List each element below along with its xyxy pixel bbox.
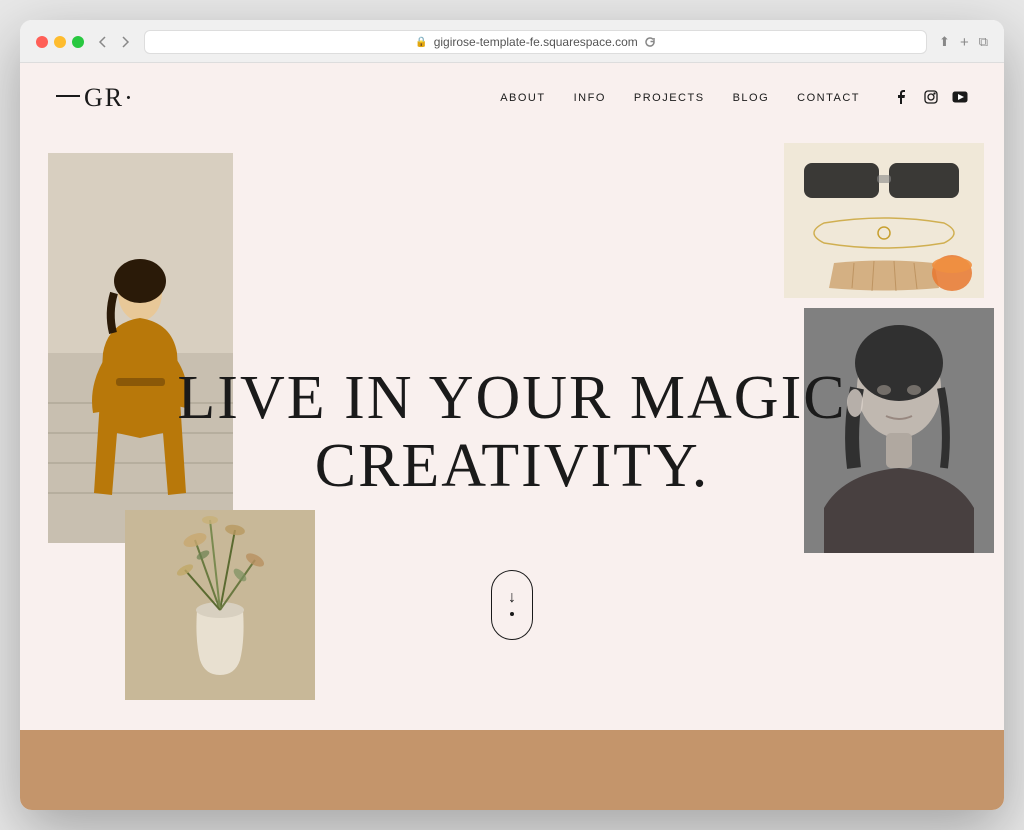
browser-right-controls: ⬆ + ⧉	[939, 34, 988, 51]
address-bar[interactable]: 🔒 gigirose-template-fe.squarespace.com	[144, 30, 927, 54]
scroll-indicator[interactable]: ↓	[491, 570, 533, 640]
facebook-icon[interactable]	[896, 90, 910, 107]
forward-icon[interactable]	[118, 35, 132, 49]
youtube-icon[interactable]	[952, 90, 968, 106]
scroll-arrow-icon: ↓	[508, 590, 516, 606]
website: GR· ABOUT INFO PROJECTS BLOG CONTACT	[20, 63, 1004, 810]
traffic-lights	[36, 36, 84, 48]
refresh-icon[interactable]	[644, 36, 656, 48]
url-text: gigirose-template-fe.squarespace.com	[434, 35, 638, 49]
instagram-icon[interactable]	[924, 90, 938, 107]
maximize-button[interactable]	[72, 36, 84, 48]
site-logo[interactable]: GR·	[56, 83, 135, 113]
navigation: GR· ABOUT INFO PROJECTS BLOG CONTACT	[20, 63, 1004, 133]
nav-links: ABOUT INFO PROJECTS BLOG CONTACT	[500, 90, 968, 107]
logo-text: GR·	[84, 83, 135, 113]
minimize-button[interactable]	[54, 36, 66, 48]
photo-accessories	[784, 143, 984, 298]
nav-link-blog[interactable]: BLOG	[733, 92, 770, 104]
lock-icon: 🔒	[415, 37, 427, 48]
browser-chrome: 🔒 gigirose-template-fe.squarespace.com ⬆…	[20, 20, 1004, 63]
close-button[interactable]	[36, 36, 48, 48]
nav-link-projects[interactable]: PROJECTS	[634, 92, 705, 104]
social-icons	[896, 90, 968, 107]
hero-section: LIVE IN YOUR MAGIC CREATIVITY. ↓	[20, 133, 1004, 730]
share-icon[interactable]: ⬆	[939, 34, 950, 50]
back-icon[interactable]	[96, 35, 110, 49]
browser-window: 🔒 gigirose-template-fe.squarespace.com ⬆…	[20, 20, 1004, 810]
bottom-strip	[20, 730, 1004, 810]
headline-text: LIVE IN YOUR MAGIC CREATIVITY.	[168, 363, 857, 499]
hero-headline: LIVE IN YOUR MAGIC CREATIVITY.	[168, 363, 857, 499]
nav-link-info[interactable]: INFO	[574, 92, 606, 104]
browser-controls	[96, 35, 132, 49]
duplicate-icon[interactable]: ⧉	[979, 34, 988, 50]
scroll-dot	[510, 612, 514, 616]
photo-botanicals	[125, 510, 315, 700]
nav-link-about[interactable]: ABOUT	[500, 92, 545, 104]
new-tab-icon[interactable]: +	[960, 34, 969, 51]
nav-link-contact[interactable]: CONTACT	[797, 92, 860, 104]
